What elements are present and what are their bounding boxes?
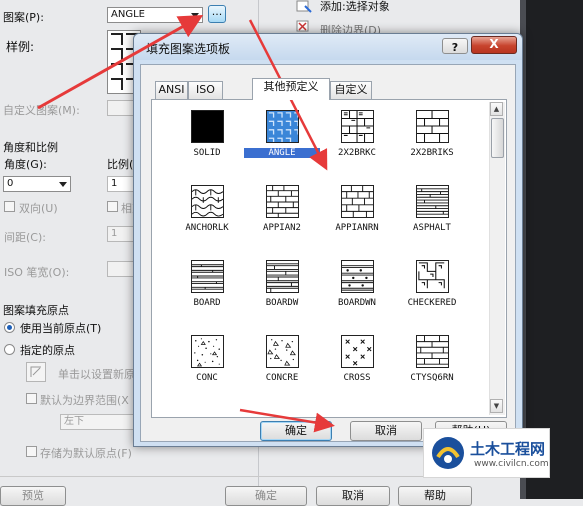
use-current-origin-label: 使用当前原点(T) bbox=[20, 322, 102, 335]
pattern-swatch-checkered[interactable] bbox=[416, 260, 449, 293]
pattern-label-2x2briks[interactable]: 2X2BRIKS bbox=[394, 148, 470, 158]
scroll-down-arrow[interactable]: ▼ bbox=[490, 399, 503, 413]
pattern-swatch-anchorlk[interactable] bbox=[191, 185, 224, 218]
tab-ansi[interactable]: ANSI bbox=[155, 81, 188, 99]
bg-cancel-button[interactable]: 取消 bbox=[316, 486, 390, 506]
default-boundary-label: 默认为边界范围(X bbox=[40, 394, 129, 407]
pattern-label-checkered[interactable]: CHECKERED bbox=[394, 298, 470, 308]
pattern-grid: SOLID ANGLE 2X2BRKC 2X2BRIKS ANCHORLK APPIAN2… bbox=[152, 100, 488, 417]
iso-pen-label: ISO 笔宽(O): bbox=[4, 266, 70, 279]
pattern-panel: SOLID ANGLE 2X2BRKC 2X2BRIKS ANCHORLK APPIAN2… bbox=[151, 99, 507, 418]
pattern-swatch-solid[interactable] bbox=[191, 110, 224, 143]
pattern-swatch-cross[interactable] bbox=[341, 335, 374, 368]
pattern-label-conc[interactable]: CONC bbox=[169, 373, 245, 383]
hatch-palette-dialog[interactable]: 填充图案选项板 ? X ANSI ISO 其他预定义 自定义 SOLID ANGL… bbox=[133, 33, 523, 447]
bg-ok-button[interactable]: 确定 bbox=[225, 486, 307, 506]
pattern-label-solid[interactable]: SOLID bbox=[169, 148, 245, 158]
scroll-thumb[interactable] bbox=[491, 118, 504, 158]
watermark-logo bbox=[432, 437, 464, 469]
watermark-title: 土木工程网 bbox=[470, 440, 546, 458]
watermark: 土木工程网 www.civilcn.com bbox=[423, 428, 550, 478]
use-current-origin-radio[interactable] bbox=[4, 322, 15, 333]
add-pick-icon[interactable] bbox=[296, 0, 312, 14]
store-default-label: 存储为默认原点(F) bbox=[40, 447, 132, 460]
bg-help-button[interactable]: 帮助 bbox=[398, 486, 472, 506]
click-set-origin-label: 单击以设置新原 bbox=[58, 368, 135, 381]
close-button[interactable]: X bbox=[471, 36, 517, 54]
angle-scale-section: 角度和比例 bbox=[3, 141, 58, 154]
pattern-label-asphalt[interactable]: ASPHALT bbox=[394, 223, 470, 233]
dialog-body: ANSI ISO 其他预定义 自定义 SOLID ANGLE 2X2BRKC 2X2B… bbox=[140, 64, 516, 442]
pattern-label-appianrn[interactable]: APPIANRN bbox=[319, 223, 395, 233]
dialog-title: 填充图案选项板 bbox=[146, 42, 231, 56]
double-label: 双向(U) bbox=[19, 202, 58, 215]
help-title-button[interactable]: ? bbox=[442, 38, 468, 54]
pattern-label-board[interactable]: BOARD bbox=[169, 298, 245, 308]
help-icon: ? bbox=[451, 41, 459, 54]
pattern-select-value: ANGLE bbox=[111, 9, 145, 20]
origin-section: 图案填充原点 bbox=[3, 304, 69, 317]
close-icon: X bbox=[489, 37, 499, 51]
angle-value: 0 bbox=[7, 178, 14, 189]
pattern-swatch-appianrn[interactable] bbox=[341, 185, 374, 218]
watermark-url: www.civilcn.com bbox=[474, 459, 549, 469]
pattern-label-anchorlk[interactable]: ANCHORLK bbox=[169, 223, 245, 233]
add-pick-label[interactable]: 添加:选择对象 bbox=[320, 0, 390, 14]
pattern-label: 图案(P): bbox=[3, 11, 44, 24]
ok-button[interactable]: 确定 bbox=[260, 421, 332, 441]
pattern-label-cross[interactable]: CROSS bbox=[319, 373, 395, 383]
pattern-swatch-asphalt[interactable] bbox=[416, 185, 449, 218]
pattern-label-boardw[interactable]: BOARDW bbox=[244, 298, 320, 308]
pattern-label-appian2[interactable]: APPIAN2 bbox=[244, 223, 320, 233]
store-default-checkbox[interactable] bbox=[26, 446, 37, 457]
pattern-label-boardwn[interactable]: BOARDWN bbox=[319, 298, 395, 308]
tab-other-predefined[interactable]: 其他预定义 bbox=[252, 78, 330, 100]
pattern-swatch-angle[interactable] bbox=[266, 110, 299, 143]
tab-iso[interactable]: ISO bbox=[188, 81, 223, 99]
pattern-label-2x2brkc[interactable]: 2X2BRKC bbox=[319, 148, 395, 158]
angle-label: 角度(G): bbox=[4, 158, 47, 171]
pattern-swatch-board[interactable] bbox=[191, 260, 224, 293]
pattern-label-ctysq6rn[interactable]: CTYSQ6RN bbox=[394, 373, 470, 383]
pick-origin-button[interactable] bbox=[26, 362, 46, 382]
pattern-swatch-2x2brkc[interactable] bbox=[341, 110, 374, 143]
pattern-label-angle[interactable]: ANGLE bbox=[244, 148, 320, 158]
chevron-down-icon bbox=[191, 13, 199, 18]
default-boundary-checkbox[interactable] bbox=[26, 393, 37, 404]
scroll-up-arrow[interactable]: ▲ bbox=[490, 102, 503, 116]
preview-button[interactable]: 预览 bbox=[0, 486, 66, 506]
scale-label: 比例( bbox=[107, 158, 134, 171]
browse-pattern-button[interactable]: ... bbox=[208, 5, 226, 23]
pattern-swatch-appian2[interactable] bbox=[266, 185, 299, 218]
sample-label: 样例: bbox=[6, 40, 35, 54]
remove-boundary-icon[interactable] bbox=[296, 20, 312, 34]
scrollbar[interactable]: ▲ ▼ bbox=[489, 102, 505, 415]
pattern-swatch-concre[interactable] bbox=[266, 335, 299, 368]
cancel-button[interactable]: 取消 bbox=[350, 421, 422, 441]
position-select[interactable]: 左下 bbox=[60, 414, 134, 430]
chevron-down-icon bbox=[59, 182, 67, 187]
tab-custom[interactable]: 自定义 bbox=[330, 81, 372, 99]
pattern-swatch-conc[interactable] bbox=[191, 335, 224, 368]
specified-origin-label: 指定的原点 bbox=[20, 344, 75, 357]
pattern-select[interactable]: ANGLE bbox=[107, 7, 203, 23]
pattern-swatch-2x2briks[interactable] bbox=[416, 110, 449, 143]
pattern-swatch-boardw[interactable] bbox=[266, 260, 299, 293]
pick-point-icon bbox=[30, 366, 41, 377]
pattern-swatch-ctysq6rn[interactable] bbox=[416, 335, 449, 368]
angle-select[interactable]: 0 bbox=[3, 176, 71, 192]
relative-checkbox[interactable] bbox=[107, 201, 118, 212]
custom-pattern-label: 自定义图案(M): bbox=[3, 104, 80, 117]
position-value: 左下 bbox=[64, 416, 84, 427]
pattern-swatch-boardwn[interactable] bbox=[341, 260, 374, 293]
specified-origin-radio[interactable] bbox=[4, 344, 15, 355]
pattern-label-concre[interactable]: CONCRE bbox=[244, 373, 320, 383]
double-checkbox[interactable] bbox=[4, 201, 15, 212]
drawing-area[interactable] bbox=[520, 0, 583, 499]
spacing-label: 间距(C): bbox=[4, 231, 46, 244]
